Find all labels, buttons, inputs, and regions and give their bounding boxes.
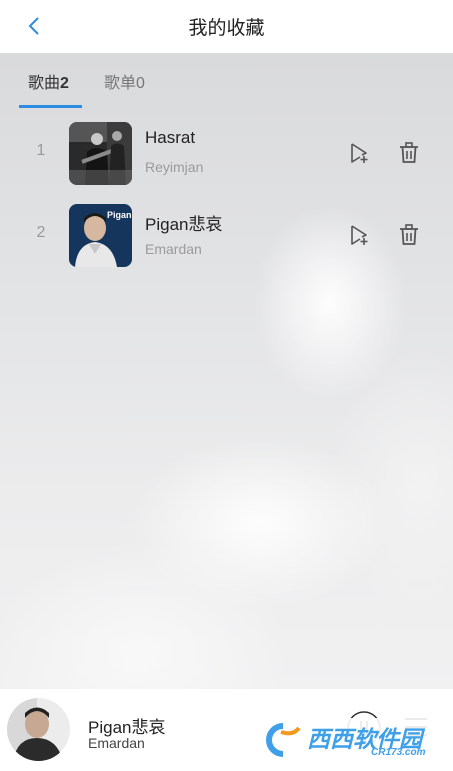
- tab-playlists[interactable]: 歌单0: [104, 69, 145, 93]
- watermark: 西西软件园 CR173.com: [255, 718, 433, 763]
- active-tab-indicator: [19, 105, 82, 108]
- song-artist: Reyimjan: [145, 159, 204, 175]
- delete-button[interactable]: [398, 223, 422, 247]
- now-playing-cover: [7, 698, 70, 761]
- song-cover: [69, 122, 132, 185]
- back-button[interactable]: [22, 14, 46, 38]
- watermark-logo-icon: [266, 723, 301, 757]
- cover-text: Pigan: [107, 210, 132, 220]
- now-playing-artist: Emardan: [88, 735, 145, 751]
- add-to-playlist-button[interactable]: [347, 223, 371, 247]
- add-to-playlist-icon: [351, 143, 368, 163]
- tab-bar: 歌曲2 歌单0: [0, 53, 453, 109]
- song-index: 2: [36, 224, 46, 241]
- song-title: Pigan悲哀: [145, 215, 223, 234]
- tab-songs[interactable]: 歌曲2: [28, 69, 69, 93]
- song-row[interactable]: 2 Pigan Pigan悲哀 Emardan: [0, 202, 453, 272]
- trash-icon: [400, 142, 418, 163]
- page-title: 我的收藏: [188, 18, 265, 39]
- song-index: 1: [36, 142, 46, 159]
- delete-button[interactable]: [398, 141, 422, 165]
- song-artist: Emardan: [145, 241, 202, 257]
- song-cover: Pigan: [69, 204, 132, 267]
- tab-songs-label: 歌曲: [28, 75, 61, 92]
- trash-icon: [400, 224, 418, 245]
- tab-playlists-count: 0: [136, 75, 145, 92]
- song-row[interactable]: 1 Hasrat Reyimjan: [0, 120, 453, 190]
- top-bar: 我的收藏: [0, 0, 453, 53]
- add-to-playlist-icon: [351, 225, 368, 245]
- tab-songs-count: 2: [60, 75, 69, 92]
- add-to-playlist-button[interactable]: [347, 141, 371, 165]
- chevron-left-icon: [28, 17, 39, 35]
- song-title: Hasrat: [145, 128, 196, 147]
- tab-playlists-label: 歌单: [104, 75, 137, 92]
- watermark-subtext: CR173.com: [371, 747, 426, 758]
